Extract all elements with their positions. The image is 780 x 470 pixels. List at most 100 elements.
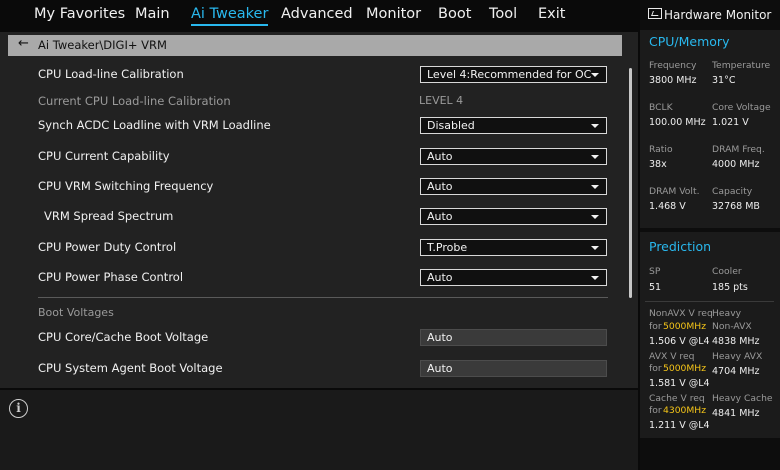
bclk-value: 100.00 MHz [649, 117, 706, 128]
dram-freq-value: 4000 MHz [712, 159, 760, 170]
chevron-down-icon [591, 155, 599, 159]
tab-my-favorites[interactable]: My Favorites [34, 6, 125, 22]
dram-volt-value: 1.468 V [649, 201, 686, 212]
avx-label: AVX V req [649, 351, 695, 362]
setting-label-core-cache-boot-voltage: CPU Core/Cache Boot Voltage [38, 330, 209, 344]
power-phase-control-dropdown[interactable]: Auto [420, 269, 607, 286]
heavy-nonavx-label: Heavy [712, 308, 742, 319]
input-value: Auto [427, 331, 453, 344]
top-menu-bar: My Favorites Main Ai Tweaker Advanced Mo… [0, 0, 640, 32]
capacity-value: 32768 MB [712, 201, 760, 212]
dram-freq-label: DRAM Freq. [712, 144, 765, 155]
settings-panel: ← Ai Tweaker\DIGI+ VRM CPU Load-line Cal… [0, 32, 638, 388]
avx-freq: 5000MHz [663, 363, 707, 374]
chevron-down-icon [591, 246, 599, 250]
cache-value: 1.211 V @L4 [649, 420, 710, 431]
dropdown-value: Disabled [427, 119, 475, 132]
nonavx-for: for [649, 321, 662, 332]
cooler-value: 185 pts [712, 282, 748, 293]
cpu-current-capability-dropdown[interactable]: Auto [420, 148, 607, 165]
system-agent-boot-voltage-input[interactable]: Auto [420, 360, 607, 377]
ratio-value: 38x [649, 159, 667, 170]
dropdown-value: Auto [427, 271, 453, 284]
setting-label-power-duty-control: CPU Power Duty Control [38, 240, 177, 254]
prediction-section: Prediction SP Cooler 51 185 pts NonAVX V… [640, 232, 780, 438]
bclk-label: BCLK [649, 102, 673, 113]
setting-label-synch-acdc: Synch ACDC Loadline with VRM Loadline [38, 118, 271, 132]
cache-label: Cache V req [649, 393, 705, 404]
input-value: Auto [427, 362, 453, 375]
hardware-monitor-panel: Hardware Monitor CPU/Memory Frequency Te… [640, 0, 780, 470]
section-divider [38, 297, 608, 298]
prediction-divider [645, 301, 774, 302]
setting-label-vrm-spread-spectrum: VRM Spread Spectrum [44, 209, 174, 223]
synch-acdc-dropdown[interactable]: Disabled [420, 117, 607, 134]
tab-tool[interactable]: Tool [489, 6, 517, 22]
nonavx-label: NonAVX V req [649, 308, 713, 319]
heavy-avx-value: 4704 MHz [712, 366, 760, 377]
cooler-label: Cooler [712, 266, 742, 277]
tab-boot[interactable]: Boot [438, 6, 471, 22]
setting-label-vrm-switching-frequency: CPU VRM Switching Frequency [38, 179, 214, 193]
tab-main[interactable]: Main [135, 6, 170, 22]
sp-label: SP [649, 266, 661, 277]
scrollbar[interactable] [629, 68, 632, 298]
help-panel: i [0, 390, 638, 470]
frequency-label: Frequency [649, 60, 697, 71]
avx-for: for [649, 363, 662, 374]
info-icon[interactable]: i [9, 399, 28, 418]
chevron-down-icon [591, 215, 599, 219]
setting-label-current-cpu-llc: Current CPU Load-line Calibration [38, 94, 231, 108]
dropdown-value: Auto [427, 180, 453, 193]
dropdown-value: T.Probe [427, 241, 468, 254]
dropdown-value: Auto [427, 210, 453, 223]
current-cpu-llc-value: LEVEL 4 [419, 94, 464, 107]
nonavx-freq: 5000MHz [663, 321, 707, 332]
power-duty-control-dropdown[interactable]: T.Probe [420, 239, 607, 256]
dram-volt-label: DRAM Volt. [649, 186, 700, 197]
core-voltage-value: 1.021 V [712, 117, 749, 128]
chevron-down-icon [591, 73, 599, 77]
heavy-nonavx-value: 4838 MHz [712, 336, 760, 347]
core-cache-boot-voltage-input[interactable]: Auto [420, 329, 607, 346]
temperature-label: Temperature [712, 60, 771, 71]
capacity-label: Capacity [712, 186, 753, 197]
left-arrow-icon[interactable]: ← [18, 36, 29, 51]
heavy-nonavx-label-2: Non-AVX [712, 321, 752, 332]
dropdown-value: Auto [427, 150, 453, 163]
cpu-memory-section: CPU/Memory Frequency Temperature 3800 MH… [640, 30, 780, 228]
heavy-cache-value: 4841 MHz [712, 408, 760, 419]
cpu-memory-title: CPU/Memory [649, 34, 730, 49]
tab-advanced[interactable]: Advanced [281, 6, 353, 22]
cpu-llc-dropdown[interactable]: Level 4:Recommended for OC [420, 66, 607, 83]
avx-value: 1.581 V @L4 [649, 378, 710, 389]
core-voltage-label: Core Voltage [712, 102, 771, 113]
tab-ai-tweaker[interactable]: Ai Tweaker [191, 6, 269, 26]
heavy-avx-label: Heavy AVX [712, 351, 763, 362]
setting-label-cpu-current-capability: CPU Current Capability [38, 149, 170, 163]
chevron-down-icon [591, 124, 599, 128]
boot-voltages-heading: Boot Voltages [38, 306, 114, 319]
vrm-switching-frequency-dropdown[interactable]: Auto [420, 178, 607, 195]
setting-label-cpu-llc: CPU Load-line Calibration [38, 67, 184, 81]
setting-label-power-phase-control: CPU Power Phase Control [38, 270, 184, 284]
cache-freq: 4300MHz [663, 405, 707, 416]
breadcrumb[interactable]: ← Ai Tweaker\DIGI+ VRM [8, 35, 622, 56]
temperature-value: 31°C [712, 75, 736, 86]
hardware-monitor-header: Hardware Monitor [640, 0, 780, 32]
nonavx-value: 1.506 V @L4 [649, 336, 710, 347]
prediction-title: Prediction [649, 239, 712, 254]
tab-monitor[interactable]: Monitor [366, 6, 421, 22]
monitor-icon [648, 8, 662, 19]
vrm-spread-spectrum-dropdown[interactable]: Auto [420, 208, 607, 225]
ratio-label: Ratio [649, 144, 673, 155]
frequency-value: 3800 MHz [649, 75, 697, 86]
chevron-down-icon [591, 185, 599, 189]
tab-exit[interactable]: Exit [538, 6, 565, 22]
chevron-down-icon [591, 276, 599, 280]
heavy-cache-label: Heavy Cache [712, 393, 773, 404]
hardware-monitor-title: Hardware Monitor [664, 8, 772, 22]
setting-label-system-agent-boot-voltage: CPU System Agent Boot Voltage [38, 361, 223, 375]
cache-for: for [649, 405, 662, 416]
dropdown-value: Level 4:Recommended for OC [427, 68, 592, 81]
